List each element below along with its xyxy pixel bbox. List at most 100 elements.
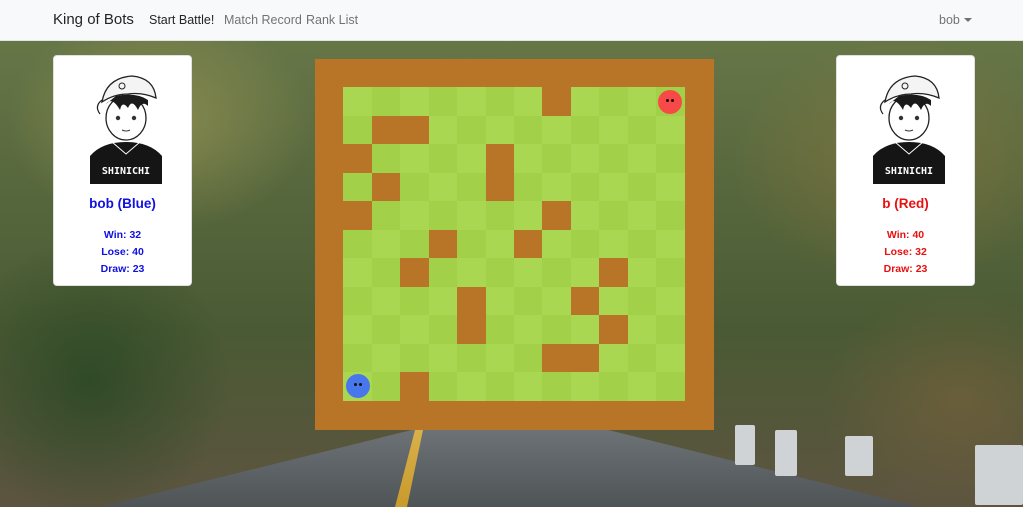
caret-down-icon — [963, 18, 972, 22]
win-count: Win: 32 — [103, 229, 142, 241]
wall-cell — [542, 343, 572, 373]
wall-cell — [599, 258, 629, 288]
grass-cell — [599, 372, 629, 402]
user-name: bob — [939, 13, 960, 27]
grass-cell — [599, 87, 629, 117]
grass-cell — [400, 144, 430, 174]
grass-cell — [485, 258, 515, 288]
wall-cell — [684, 144, 714, 174]
grass-cell — [656, 372, 686, 402]
user-dropdown[interactable]: bob — [939, 13, 972, 27]
grass-cell — [371, 229, 401, 259]
grass-cell — [542, 258, 572, 288]
wall-cell — [570, 286, 600, 316]
grass-cell — [627, 172, 657, 202]
wall-cell — [656, 59, 686, 89]
snake-eye — [358, 383, 362, 387]
wall-cell — [315, 258, 345, 288]
grass-cell — [656, 144, 686, 174]
grass-cell — [400, 343, 430, 373]
grass-cell — [514, 343, 544, 373]
grass-cell — [343, 229, 373, 259]
grass-cell — [343, 315, 373, 345]
wall-cell — [570, 343, 600, 373]
grass-cell — [627, 258, 657, 288]
wall-cell — [457, 286, 487, 316]
guard-rail — [735, 425, 755, 465]
grass-cell — [570, 372, 600, 402]
nav-start-battle[interactable]: Start Battle! — [149, 13, 214, 27]
wall-cell — [315, 144, 345, 174]
wall-cell — [315, 59, 345, 89]
grass-cell — [514, 115, 544, 145]
wall-cell — [627, 59, 657, 89]
wall-cell — [371, 172, 401, 202]
wall-cell — [371, 400, 401, 430]
grass-cell — [599, 172, 629, 202]
player-avatar: SHINICHI — [859, 70, 959, 184]
nav-match-record[interactable]: Match Record — [224, 13, 302, 27]
player-card-blue: SHINICHI bob (Blue) Win: 32 Lose: 40 Dra… — [53, 55, 192, 286]
grass-cell — [627, 343, 657, 373]
wall-cell — [400, 258, 430, 288]
grass-cell — [457, 172, 487, 202]
grass-cell — [343, 115, 373, 145]
grass-cell — [514, 201, 544, 231]
grass-cell — [656, 343, 686, 373]
wall-cell — [457, 59, 487, 89]
grass-cell — [514, 258, 544, 288]
wall-cell — [400, 372, 430, 402]
grass-cell — [542, 315, 572, 345]
grass-cell — [656, 172, 686, 202]
grass-cell — [542, 115, 572, 145]
grass-cell — [627, 229, 657, 259]
grass-cell — [485, 87, 515, 117]
wall-cell — [315, 372, 345, 402]
draw-count: Draw: 23 — [883, 263, 928, 275]
player-name: b (Red) — [882, 196, 929, 211]
top-navbar: King of Bots Start Battle! Match Record … — [0, 0, 1023, 41]
grass-cell — [428, 315, 458, 345]
grass-cell — [656, 258, 686, 288]
grass-cell — [570, 115, 600, 145]
nav-rank-list[interactable]: Rank List — [306, 13, 358, 27]
grass-cell — [570, 172, 600, 202]
grass-cell — [627, 315, 657, 345]
wall-cell — [570, 59, 600, 89]
guard-rail — [845, 436, 873, 476]
grass-cell — [570, 201, 600, 231]
brand-logo[interactable]: King of Bots — [53, 11, 134, 28]
grass-cell — [514, 172, 544, 202]
wall-cell — [684, 229, 714, 259]
wall-cell — [315, 229, 345, 259]
grass-cell — [400, 229, 430, 259]
wall-cell — [315, 343, 345, 373]
game-board[interactable] — [315, 59, 714, 430]
wall-cell — [656, 400, 686, 430]
lose-count: Lose: 32 — [884, 246, 927, 258]
grass-cell — [656, 286, 686, 316]
wall-cell — [428, 229, 458, 259]
draw-count: Draw: 23 — [100, 263, 145, 275]
grass-cell — [627, 286, 657, 316]
grass-cell — [343, 343, 373, 373]
grass-cell — [428, 172, 458, 202]
grass-cell — [428, 258, 458, 288]
grass-cell — [400, 201, 430, 231]
player-stats: Win: 40 Lose: 32 Draw: 23 — [837, 227, 974, 278]
grass-cell — [400, 315, 430, 345]
grass-cell — [627, 201, 657, 231]
wall-cell — [400, 115, 430, 145]
player-name: bob (Blue) — [89, 196, 156, 211]
grass-cell — [400, 172, 430, 202]
player-avatar: SHINICHI — [76, 70, 176, 184]
player-card-red: SHINICHI b (Red) Win: 40 Lose: 32 Draw: … — [836, 55, 975, 286]
avatar-shirt-text: SHINICHI — [885, 166, 933, 177]
wall-cell — [542, 201, 572, 231]
grass-cell — [428, 115, 458, 145]
wall-cell — [684, 343, 714, 373]
grass-cell — [485, 372, 515, 402]
grass-cell — [570, 229, 600, 259]
grass-cell — [428, 87, 458, 117]
wall-cell — [371, 115, 401, 145]
